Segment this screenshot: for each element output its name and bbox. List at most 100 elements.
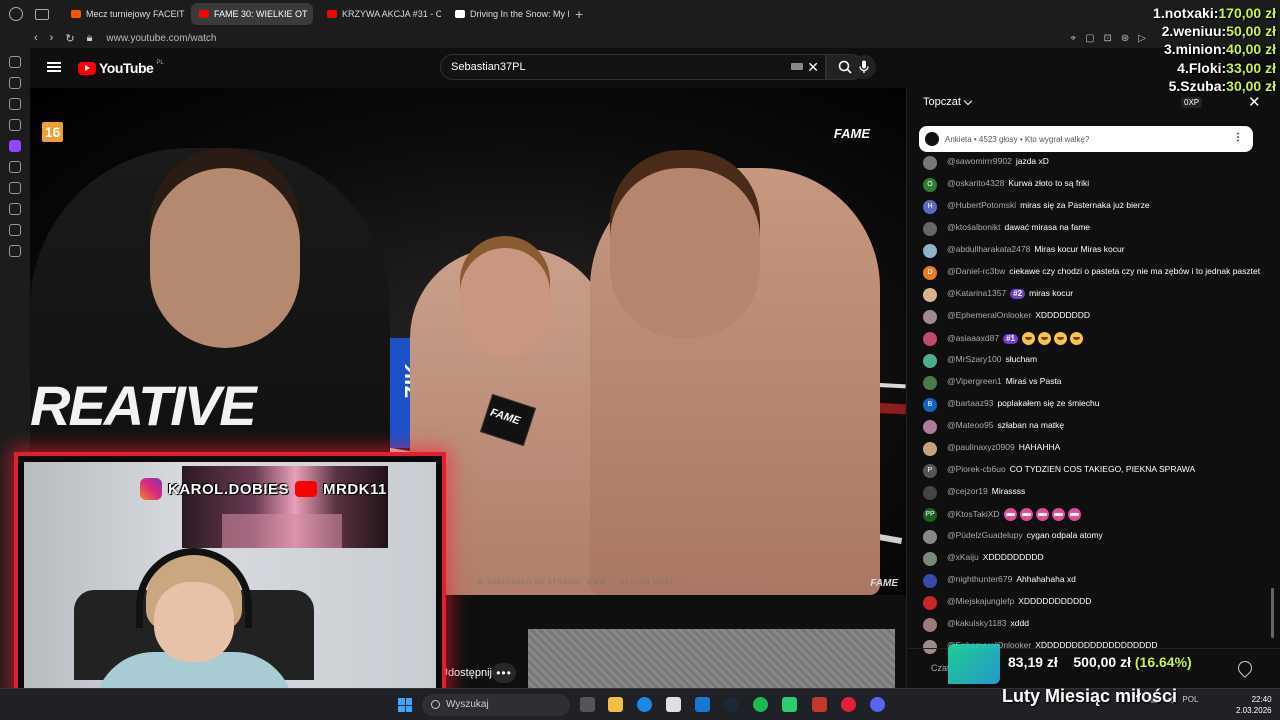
opera-icon[interactable] [841, 697, 856, 712]
browser-profile-icon[interactable] [9, 7, 23, 21]
url-field[interactable]: www.youtube.com/watch [106, 33, 216, 44]
chat-username[interactable]: @ktośalbonikt [947, 222, 1001, 232]
spotify-icon[interactable] [753, 697, 768, 712]
chat-avatar[interactable] [923, 332, 937, 346]
chat-avatar[interactable]: B [923, 398, 937, 412]
pin-icon[interactable]: ⌖ [1070, 33, 1076, 44]
chat-input[interactable]: Czat [931, 663, 950, 673]
tab-actions-icon[interactable] [35, 8, 49, 20]
browser-tab[interactable]: Mecz turniejowy FACEIT - [63, 3, 185, 25]
steam-icon[interactable] [724, 697, 739, 712]
youtube-logo[interactable]: YouTube PL [78, 60, 164, 76]
chat-avatar[interactable] [923, 618, 937, 632]
new-tab-button[interactable]: + [575, 6, 583, 22]
clear-search-icon[interactable]: ✕ [807, 55, 819, 79]
chat-avatar[interactable]: O [923, 178, 937, 192]
chat-avatar[interactable] [923, 442, 937, 456]
chat-username[interactable]: @Vipergreen1 [947, 376, 1002, 386]
chat-avatar[interactable] [923, 530, 937, 544]
chat-username[interactable]: @PüdelzGuadelupy [947, 530, 1023, 540]
sidebar-clock-icon[interactable] [9, 203, 21, 215]
chat-avatar[interactable] [923, 486, 937, 500]
chat-username[interactable]: @EphemeralOnlooker [947, 310, 1031, 320]
chat-username[interactable]: @Daniel-rc3bw [947, 266, 1005, 276]
chat-username[interactable]: @cejzor19 [947, 486, 988, 496]
share-button[interactable]: Udostępnij [440, 667, 492, 679]
start-button[interactable] [398, 698, 412, 712]
chat-avatar[interactable] [923, 222, 937, 236]
chat-avatar[interactable] [923, 310, 937, 324]
taskview-icon[interactable] [580, 697, 595, 712]
sidebar-x-icon[interactable] [9, 161, 21, 173]
store-icon[interactable] [666, 697, 681, 712]
file-explorer-icon[interactable] [608, 697, 623, 712]
chat-username[interactable]: @xKaiju [947, 552, 979, 562]
chat-username[interactable]: @HubertPotomski [947, 200, 1016, 210]
sidebar-home-icon[interactable] [9, 56, 21, 68]
chat-avatar[interactable]: P [923, 464, 937, 478]
close-chat-icon[interactable]: ✕ [1248, 93, 1261, 111]
voice-search-button[interactable] [852, 55, 876, 79]
chat-avatar[interactable] [923, 552, 937, 566]
chevron-down-icon[interactable] [963, 96, 973, 105]
app-icon[interactable] [782, 697, 797, 712]
chat-avatar[interactable] [923, 354, 937, 368]
chat-username[interactable]: @paulinaxyz0909 [947, 442, 1015, 452]
menu-icon[interactable] [47, 62, 61, 72]
split-view-icon[interactable]: ▢ [1085, 33, 1094, 44]
chat-avatar[interactable] [923, 596, 937, 610]
chat-username[interactable]: @oskarito4328 [947, 178, 1004, 188]
search-input[interactable]: Sebastian37PL ✕ [440, 54, 826, 80]
sidebar-history-icon[interactable] [9, 77, 21, 89]
browser-tab[interactable]: KRZYWA AKCJA #31 - CZ [319, 3, 441, 25]
valorant-icon[interactable] [812, 697, 827, 712]
chat-avatar[interactable]: H [923, 200, 937, 214]
chat-username[interactable]: @sawomirrr9902 [947, 156, 1012, 166]
heart-icon[interactable] [1235, 658, 1255, 678]
poll-banner[interactable]: Ankieta • 4523 głosy • Kto wygrał walkę?… [919, 126, 1253, 152]
chat-username[interactable]: @Piorek-cb6uo [947, 464, 1006, 474]
mail-icon[interactable] [695, 697, 710, 712]
chat-username[interactable]: @KtosTakiXD [947, 509, 1000, 519]
sidebar-extension-icon[interactable] [9, 224, 21, 236]
forward-arrow-icon[interactable]: › [50, 32, 54, 45]
chat-username[interactable]: @Katarina1357 [947, 288, 1006, 298]
chat-username[interactable]: @abdullharakata2478 [947, 244, 1030, 254]
chat-avatar[interactable] [923, 244, 937, 258]
sidebar-twitch-icon[interactable] [9, 140, 21, 152]
poll-more-icon[interactable]: ⋮ [1233, 132, 1243, 143]
more-actions-button[interactable]: ••• [492, 663, 516, 683]
discord-icon[interactable] [870, 697, 885, 712]
chat-username[interactable]: @asiaaaxd87 [947, 333, 999, 343]
sidebar-notes-icon[interactable] [9, 98, 21, 110]
chat-mode-dropdown[interactable]: Topczat [923, 96, 961, 108]
chat-username[interactable]: @kakulsky1183 [947, 618, 1007, 628]
reload-icon[interactable]: ↻ [65, 32, 74, 45]
chat-username[interactable]: @MrSzary100 [947, 354, 1001, 364]
sidebar-settings-icon[interactable] [9, 245, 21, 257]
chat-avatar[interactable] [923, 288, 937, 302]
edge-icon[interactable] [637, 697, 652, 712]
language-indicator[interactable]: POL [1182, 695, 1198, 704]
sidebar-m-icon[interactable] [9, 119, 21, 131]
keyboard-icon[interactable] [791, 63, 803, 70]
chat-username[interactable]: @Miejskajunglefp [947, 596, 1014, 606]
chat-avatar[interactable]: PP [923, 508, 937, 522]
sidebar-player-icon[interactable] [9, 182, 21, 194]
chat-avatar[interactable]: D [923, 266, 937, 280]
chat-username[interactable]: @nighthunter679 [947, 574, 1012, 584]
chat-username[interactable]: @bartaaz93 [947, 398, 993, 408]
chat-username[interactable]: @Mateoo95 [947, 420, 993, 430]
screenshot-icon[interactable]: ⊡ [1104, 33, 1112, 44]
chat-avatar[interactable] [923, 420, 937, 434]
extensions-icon[interactable]: ⊛ [1121, 33, 1129, 44]
clock[interactable]: 22:40 2.03.2026 [1236, 694, 1272, 716]
chat-scrollbar[interactable] [1271, 588, 1274, 638]
chat-avatar[interactable] [923, 574, 937, 588]
back-arrow-icon[interactable]: ‹ [34, 32, 38, 45]
chat-avatar[interactable] [923, 376, 937, 390]
taskbar-search[interactable]: Wyszukaj [422, 694, 570, 716]
browser-tab[interactable]: FAME 30: WIELKIE OT [191, 3, 313, 25]
browser-tab[interactable]: Driving In the Snow: My Li [447, 3, 569, 25]
chat-avatar[interactable] [923, 156, 937, 170]
